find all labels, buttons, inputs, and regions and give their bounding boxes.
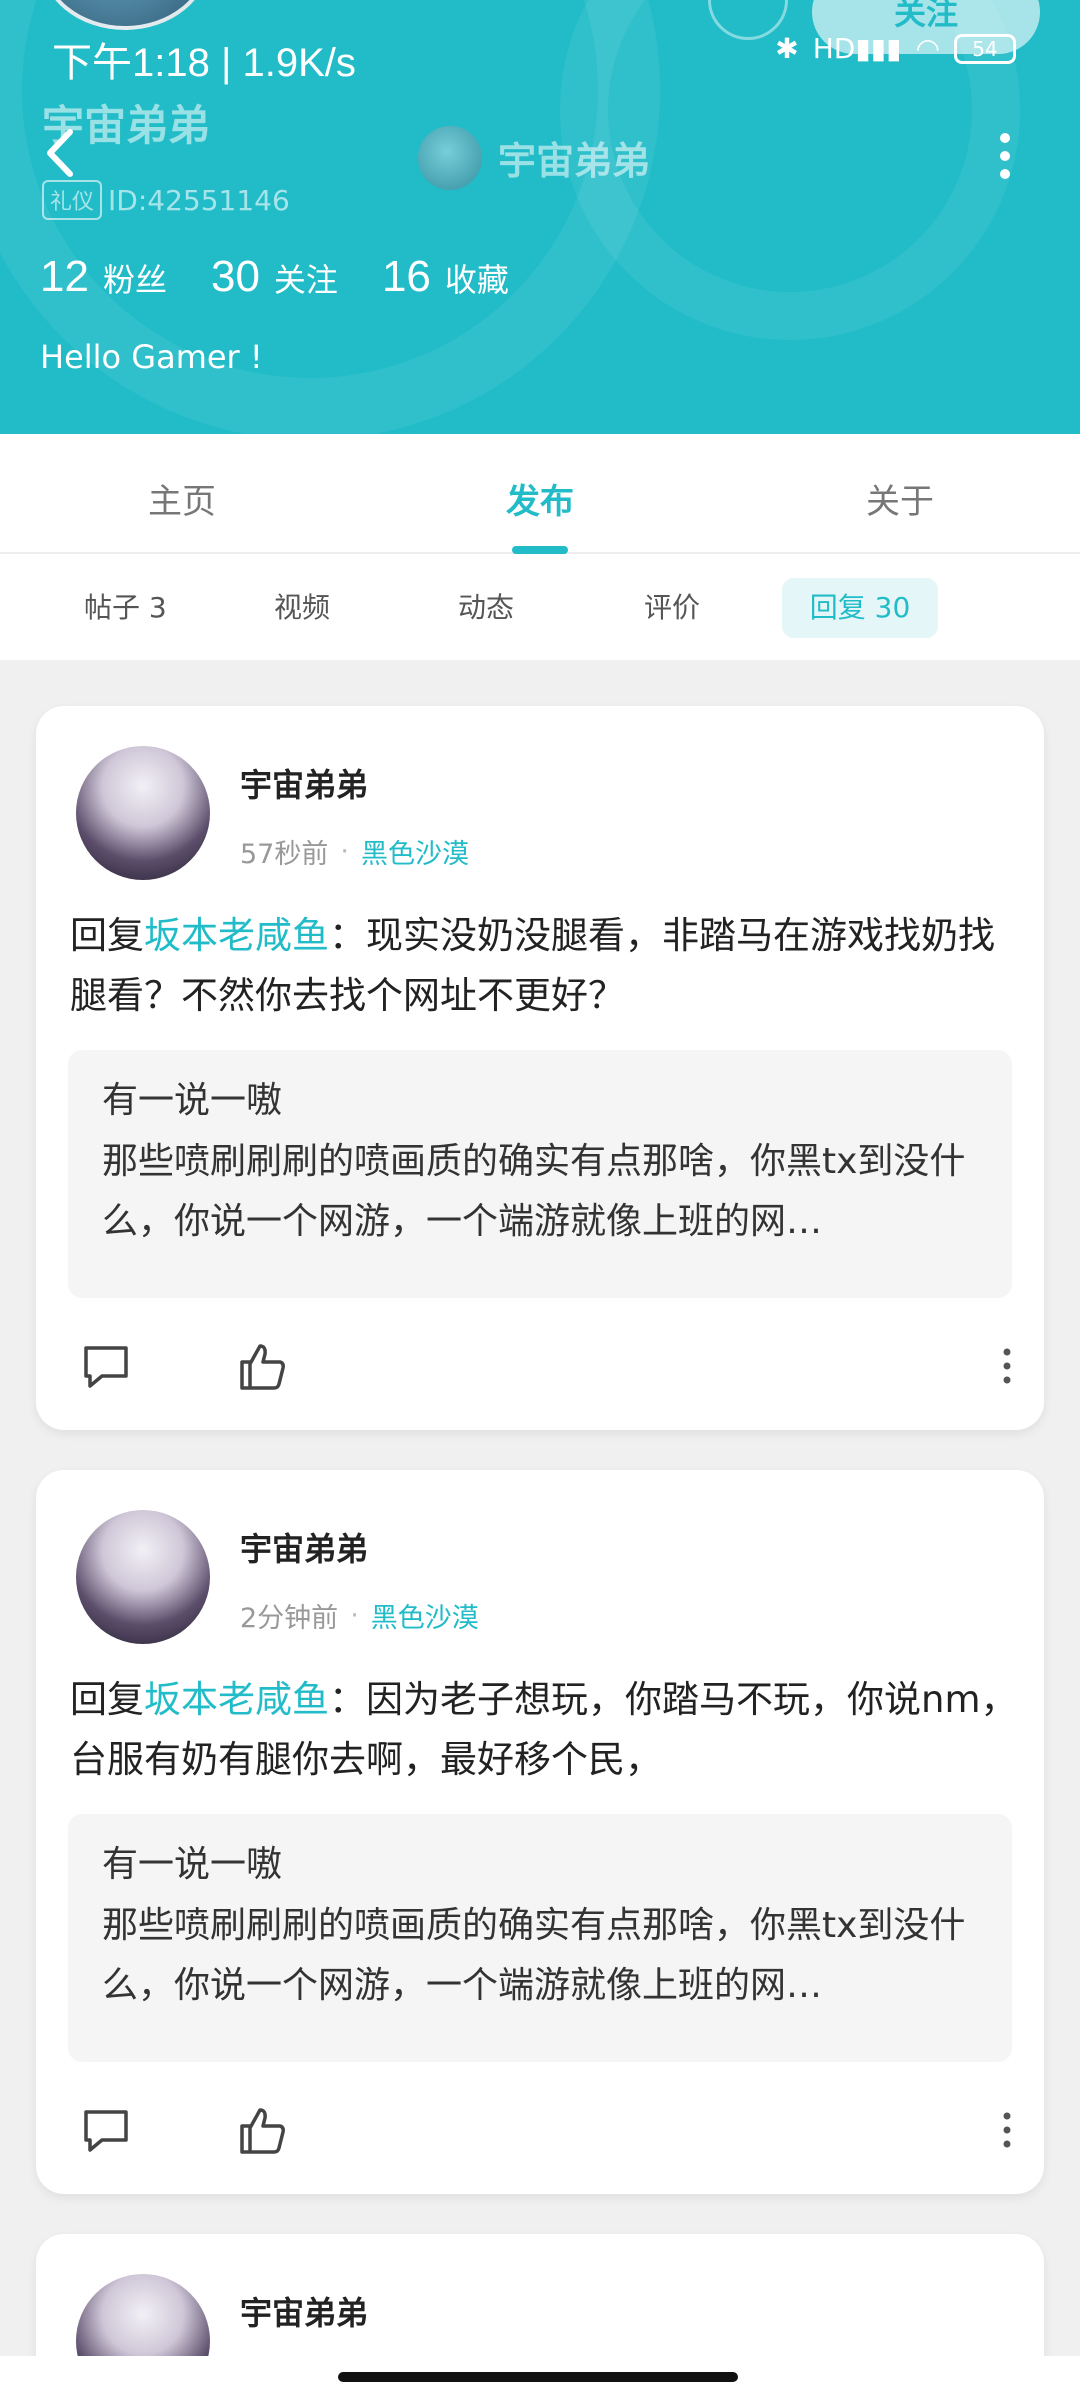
etiquette-badge: 礼仪 xyxy=(42,180,103,220)
status-icons: ✱ HD▮▮▮ ◠ 54 xyxy=(775,32,1016,65)
subtab-reviews[interactable]: 评价 xyxy=(618,578,726,638)
battery-level: 54 xyxy=(972,36,998,61)
post-meta: 57秒前 · 黑色沙漠 xyxy=(240,832,469,871)
post-time: 57秒前 xyxy=(240,839,329,870)
quoted-title: 有一说一嗷 xyxy=(102,1844,283,1885)
author-name[interactable]: 宇宙弟弟 xyxy=(240,760,368,806)
quoted-body: 那些喷刷刷刷的喷画质的确实有点那啥，你黑tx到没什么，你说一个网游，一个端游就像… xyxy=(102,1141,966,1242)
profile-bio: Hello Gamer ! xyxy=(40,338,263,376)
profile-stats: 12 粉丝 30 关注 16 收藏 xyxy=(40,252,553,302)
status-bar: 下午1:18 | 1.9K/s ✱ HD▮▮▮ ◠ 54 xyxy=(0,0,1080,100)
reply-prefix: 回复 xyxy=(70,1678,144,1721)
user-id-row: 礼仪 ID:42551146 xyxy=(42,180,290,220)
gesture-handle[interactable] xyxy=(338,2372,738,2382)
stat-fans[interactable]: 12 粉丝 xyxy=(40,252,167,302)
stat-label: 关注 xyxy=(273,261,338,299)
tab-home[interactable]: 主页 xyxy=(148,474,216,523)
reply-text: 回复坂本老咸鱼：因为老子想玩，你踏马不玩，你说nm，台服有奶有腿你去啊，最好移个… xyxy=(70,1670,1020,1790)
wifi-icon: ◠ xyxy=(915,32,940,65)
battery-icon: 54 xyxy=(954,33,1016,64)
reply-prefix: 回复 xyxy=(70,914,144,957)
post-time: 2分钟前 xyxy=(240,1603,339,1634)
quoted-post[interactable]: 有一说一嗷 那些喷刷刷刷的喷画质的确实有点那啥，你黑tx到没什么，你说一个网游，… xyxy=(68,1814,1012,2062)
subtab-threads[interactable]: 帖子 3 xyxy=(58,578,193,638)
post-meta: 2分钟前 · 黑色沙漠 xyxy=(240,1596,479,1635)
meta-separator: · xyxy=(340,836,349,867)
subtab-replies[interactable]: 回复 30 xyxy=(782,578,938,638)
bluetooth-icon: ✱ xyxy=(775,32,799,65)
mention-link[interactable]: 坂本老咸鱼 xyxy=(144,1678,329,1721)
stat-label: 粉丝 xyxy=(102,261,167,299)
quoted-post[interactable]: 有一说一嗷 那些喷刷刷刷的喷画质的确实有点那啥，你黑tx到没什么，你说一个网游，… xyxy=(68,1050,1012,1298)
tab-indicator xyxy=(512,546,568,554)
game-tag[interactable]: 黑色沙漠 xyxy=(361,832,469,871)
quoted-body: 那些喷刷刷刷的喷画质的确实有点那啥，你黑tx到没什么，你说一个网游，一个端游就像… xyxy=(102,1905,966,2006)
more-options-icon[interactable] xyxy=(980,126,1030,186)
post-more-icon[interactable] xyxy=(992,2102,1022,2158)
sub-tab-bar: 帖子 3 视频 动态 评价 回复 30 xyxy=(0,554,1080,660)
back-arrow-icon[interactable] xyxy=(34,118,94,188)
stat-favorites[interactable]: 16 收藏 xyxy=(382,252,509,302)
title-name: 宇宙弟弟 xyxy=(498,139,651,183)
subtab-moments[interactable]: 动态 xyxy=(432,578,540,638)
author-avatar[interactable] xyxy=(76,746,210,880)
thumbs-up-icon[interactable] xyxy=(234,1338,290,1394)
stat-label: 收藏 xyxy=(444,261,509,299)
stat-number: 12 xyxy=(40,252,89,301)
post-more-icon[interactable] xyxy=(992,1338,1022,1394)
mention-link[interactable]: 坂本老咸鱼 xyxy=(144,914,329,957)
reply-card[interactable]: 宇宙弟弟 2分钟前 · 黑色沙漠 回复坂本老咸鱼：因为老子想玩，你踏马不玩，你说… xyxy=(36,1470,1044,2194)
comment-icon[interactable] xyxy=(78,2102,134,2158)
user-id: ID:42551146 xyxy=(108,183,290,217)
author-name[interactable]: 宇宙弟弟 xyxy=(240,1524,368,1570)
comment-icon[interactable] xyxy=(78,1338,134,1394)
subtab-videos[interactable]: 视频 xyxy=(248,578,356,638)
stat-following[interactable]: 30 关注 xyxy=(211,252,338,302)
status-time: 下午1:18 | 1.9K/s xyxy=(52,41,356,85)
author-avatar[interactable] xyxy=(76,1510,210,1644)
hd-label: HD xyxy=(812,32,856,65)
main-tab-bar: 主页 发布 关于 xyxy=(0,434,1080,554)
tab-posts[interactable]: 发布 xyxy=(506,474,574,523)
reply-card[interactable]: 宇宙弟弟 57秒前 · 黑色沙漠 回复坂本老咸鱼：现实没奶没腿看，非踏马在游戏找… xyxy=(36,706,1044,1430)
meta-separator: · xyxy=(350,1600,359,1631)
quoted-title: 有一说一嗷 xyxy=(102,1080,283,1121)
author-name[interactable]: 宇宙弟弟 xyxy=(240,2288,368,2334)
game-tag[interactable]: 黑色沙漠 xyxy=(371,1596,479,1635)
signal-icon: HD▮▮▮ xyxy=(812,32,902,65)
title-avatar xyxy=(418,126,482,190)
stat-number: 16 xyxy=(381,252,431,301)
reply-text: 回复坂本老咸鱼：现实没奶没腿看，非踏马在游戏找奶找腿看？不然你去找个网址不更好？ xyxy=(70,906,1020,1026)
thumbs-up-icon[interactable] xyxy=(234,2102,290,2158)
stat-number: 30 xyxy=(210,252,260,301)
tab-about[interactable]: 关于 xyxy=(866,474,934,523)
profile-header: 关注 下午1:18 | 1.9K/s ✱ HD▮▮▮ ◠ 54 宇宙弟弟 宇宙弟… xyxy=(0,0,1080,434)
